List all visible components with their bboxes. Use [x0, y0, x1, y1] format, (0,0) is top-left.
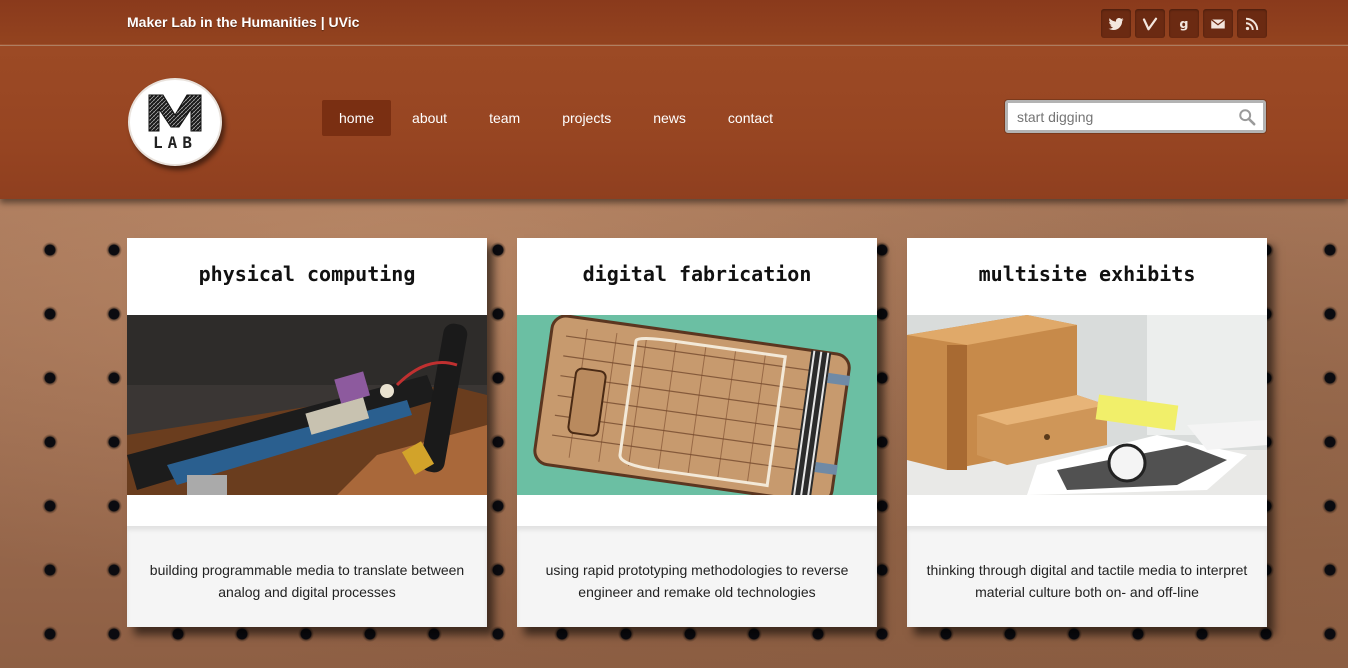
- top-bar: Maker Lab in the Humanities | UVic g: [0, 0, 1348, 45]
- nav-item-projects[interactable]: projects: [541, 100, 632, 136]
- social-links: g: [1101, 9, 1267, 38]
- logo[interactable]: LAB: [128, 78, 222, 166]
- card-title[interactable]: physical computing: [127, 238, 487, 315]
- rss-icon[interactable]: [1237, 9, 1267, 38]
- card-image-circuit-board[interactable]: [127, 315, 487, 495]
- header: LAB home about team projects news contac…: [0, 46, 1348, 199]
- search-icon[interactable]: [1238, 108, 1256, 126]
- card-digital-fabrication[interactable]: digital fabrication using rapid prototyp…: [517, 238, 877, 627]
- card-image-wooden-device[interactable]: [517, 315, 877, 495]
- card-description: thinking through digital and tactile med…: [907, 526, 1267, 627]
- vimeo-icon[interactable]: [1135, 9, 1165, 38]
- site-name[interactable]: Maker Lab in the Humanities | UVic: [127, 14, 359, 30]
- card-image-wooden-box[interactable]: [907, 315, 1267, 495]
- card-spacer: [127, 495, 487, 526]
- logo-text: LAB: [153, 132, 197, 152]
- nav-item-news[interactable]: news: [632, 100, 707, 136]
- search-input[interactable]: [1008, 103, 1228, 130]
- nav-item-team[interactable]: team: [468, 100, 541, 136]
- card-multisite-exhibits[interactable]: multisite exhibits thinking through digi…: [907, 238, 1267, 627]
- card-description: building programmable media to translate…: [127, 526, 487, 627]
- main-nav: home about team projects news contact: [322, 100, 794, 136]
- card-title[interactable]: digital fabrication: [517, 238, 877, 315]
- card-spacer: [907, 495, 1267, 526]
- nav-item-about[interactable]: about: [391, 100, 468, 136]
- search-box: [1005, 100, 1266, 133]
- logo-m-icon: [147, 93, 203, 133]
- card-physical-computing[interactable]: physical computing building programmable…: [127, 238, 487, 627]
- email-icon[interactable]: [1203, 9, 1233, 38]
- svg-text:g: g: [1179, 16, 1188, 31]
- google-icon[interactable]: g: [1169, 9, 1199, 38]
- card-description: using rapid prototyping methodologies to…: [517, 526, 877, 627]
- card-spacer: [517, 495, 877, 526]
- twitter-icon[interactable]: [1101, 9, 1131, 38]
- nav-item-home[interactable]: home: [322, 100, 392, 136]
- nav-item-contact[interactable]: contact: [707, 100, 794, 136]
- card-title[interactable]: multisite exhibits: [907, 238, 1267, 315]
